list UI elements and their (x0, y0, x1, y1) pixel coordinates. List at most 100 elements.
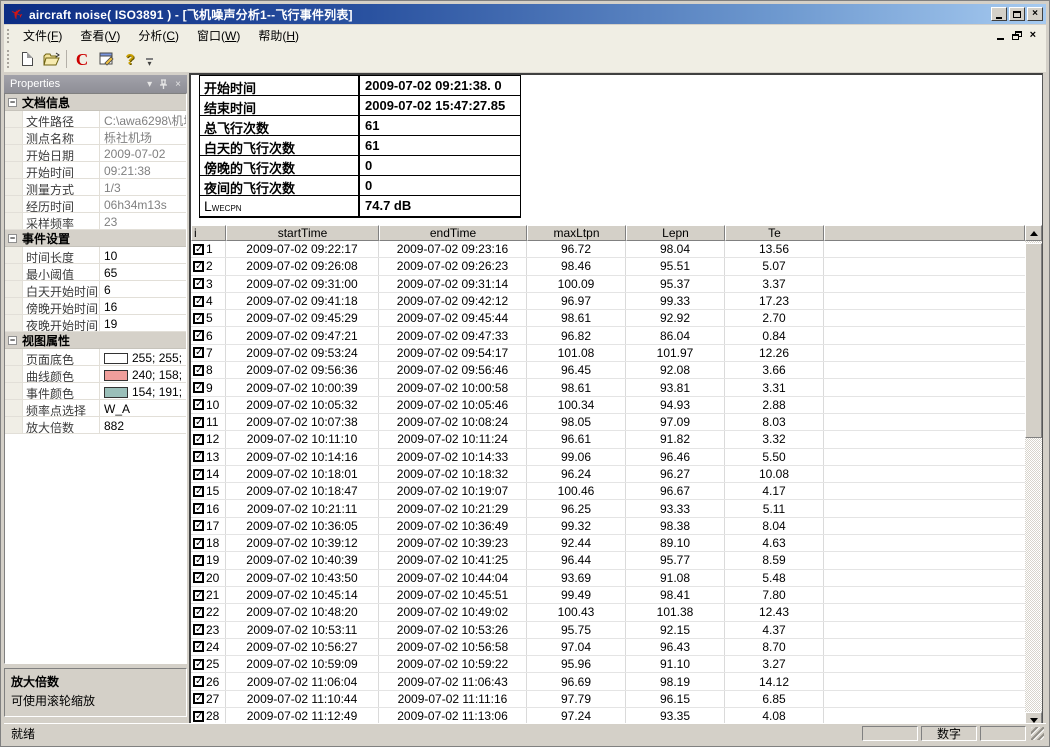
row-checkbox[interactable]: ✓ (193, 693, 204, 704)
column-header-Lepn[interactable]: Lepn (626, 225, 725, 241)
mdi-restore-button[interactable] (1012, 31, 1022, 40)
close-button[interactable]: × (1027, 7, 1043, 21)
table-row[interactable]: ✓32009-07-02 09:31:002009-07-02 09:31:14… (191, 276, 1025, 293)
help-icon[interactable]: ? (119, 48, 141, 70)
table-row[interactable]: ✓272009-07-02 11:10:442009-07-02 11:11:1… (191, 691, 1025, 708)
mdi-close-button[interactable]: × (1030, 30, 1036, 41)
open-folder-icon[interactable] (40, 48, 62, 70)
row-checkbox[interactable]: ✓ (193, 278, 204, 289)
row-checkbox[interactable]: ✓ (193, 399, 204, 410)
row-checkbox[interactable]: ✓ (193, 365, 204, 376)
row-checkbox[interactable]: ✓ (193, 590, 204, 601)
table-row[interactable]: ✓82009-07-02 09:56:362009-07-02 09:56:46… (191, 362, 1025, 379)
row-checkbox[interactable]: ✓ (193, 624, 204, 635)
row-checkbox[interactable]: ✓ (193, 417, 204, 428)
row-checkbox[interactable]: ✓ (193, 261, 204, 272)
property-value[interactable]: 16 (100, 298, 186, 314)
collapse-icon[interactable]: − (8, 336, 17, 345)
row-checkbox[interactable]: ✓ (193, 572, 204, 583)
table-row[interactable]: ✓222009-07-02 10:48:202009-07-02 10:49:0… (191, 604, 1025, 621)
color-swatch[interactable] (104, 370, 128, 381)
row-checkbox[interactable]: ✓ (193, 469, 204, 480)
table-row[interactable]: ✓152009-07-02 10:18:472009-07-02 10:19:0… (191, 483, 1025, 500)
menubar-grip[interactable] (7, 29, 10, 43)
table-row[interactable]: ✓142009-07-02 10:18:012009-07-02 10:18:3… (191, 466, 1025, 483)
row-checkbox[interactable]: ✓ (193, 347, 204, 358)
column-header-maxLtpn[interactable]: maxLtpn (527, 225, 626, 241)
collapse-icon[interactable]: − (8, 234, 17, 243)
row-checkbox[interactable]: ✓ (193, 382, 204, 393)
row-checkbox[interactable]: ✓ (193, 676, 204, 687)
table-row[interactable]: ✓112009-07-02 10:07:382009-07-02 10:08:2… (191, 414, 1025, 431)
menu-item-w[interactable]: 窗口(W) (188, 25, 249, 46)
chevron-down-icon[interactable]: ▾ (147, 79, 152, 90)
table-row[interactable]: ✓42009-07-02 09:41:182009-07-02 09:42:12… (191, 293, 1025, 310)
menu-item-h[interactable]: 帮助(H) (249, 25, 308, 46)
property-value[interactable]: 240; 158; 155 (100, 366, 186, 382)
table-row[interactable]: ✓132009-07-02 10:14:162009-07-02 10:14:3… (191, 449, 1025, 466)
property-value[interactable]: 2009-07-02 (100, 145, 186, 161)
table-row[interactable]: ✓252009-07-02 10:59:092009-07-02 10:59:2… (191, 656, 1025, 673)
table-row[interactable]: ✓182009-07-02 10:39:122009-07-02 10:39:2… (191, 535, 1025, 552)
collapse-icon[interactable]: − (8, 98, 17, 107)
properties-icon[interactable] (95, 48, 117, 70)
property-value[interactable]: 1/3 (100, 179, 186, 195)
property-value[interactable]: 10 (100, 247, 186, 263)
table-row[interactable]: ✓72009-07-02 09:53:242009-07-02 09:54:17… (191, 345, 1025, 362)
row-checkbox[interactable]: ✓ (193, 520, 204, 531)
property-value[interactable]: 06h34m13s (100, 196, 186, 212)
scrollbar-thumb[interactable] (1025, 243, 1042, 438)
table-row[interactable]: ✓12009-07-02 09:22:172009-07-02 09:23:16… (191, 241, 1025, 258)
row-checkbox[interactable]: ✓ (193, 486, 204, 497)
property-value[interactable]: 6 (100, 281, 186, 297)
column-header-Te[interactable]: Te (725, 225, 824, 241)
maximize-button[interactable] (1009, 7, 1025, 21)
close-panel-icon[interactable]: × (175, 79, 181, 90)
pin-icon[interactable] (159, 79, 168, 90)
table-row[interactable]: ✓122009-07-02 10:11:102009-07-02 10:11:2… (191, 431, 1025, 448)
row-checkbox[interactable]: ✓ (193, 330, 204, 341)
column-header-i[interactable]: i (191, 225, 226, 241)
table-row[interactable]: ✓92009-07-02 10:00:392009-07-02 10:00:58… (191, 379, 1025, 396)
toolbar-overflow-chevron[interactable]: ▾ (146, 54, 153, 65)
minimize-button[interactable] (991, 7, 1007, 21)
row-checkbox[interactable]: ✓ (193, 538, 204, 549)
scroll-up-button[interactable] (1025, 225, 1042, 241)
table-row[interactable]: ✓262009-07-02 11:06:042009-07-02 11:06:4… (191, 673, 1025, 690)
color-swatch[interactable] (104, 387, 128, 398)
color-swatch[interactable] (104, 353, 128, 364)
menu-item-v[interactable]: 查看(V) (71, 25, 129, 46)
row-checkbox[interactable]: ✓ (193, 313, 204, 324)
table-row[interactable]: ✓202009-07-02 10:43:502009-07-02 10:44:0… (191, 570, 1025, 587)
property-value[interactable]: 栎社机场 (100, 128, 186, 144)
row-checkbox[interactable]: ✓ (193, 451, 204, 462)
menu-item-f[interactable]: 文件(F) (14, 25, 71, 46)
menu-item-c[interactable]: 分析(C) (129, 25, 188, 46)
c-weighting-icon[interactable]: C (71, 48, 93, 70)
column-header-startTime[interactable]: startTime (226, 225, 379, 241)
row-checkbox[interactable]: ✓ (193, 434, 204, 445)
resize-grip[interactable] (1031, 727, 1044, 740)
table-row[interactable]: ✓192009-07-02 10:40:392009-07-02 10:41:2… (191, 552, 1025, 569)
row-checkbox[interactable]: ✓ (193, 641, 204, 652)
vertical-scrollbar[interactable] (1025, 225, 1042, 728)
property-value[interactable]: W_A (100, 400, 186, 416)
table-row[interactable]: ✓212009-07-02 10:45:142009-07-02 10:45:5… (191, 587, 1025, 604)
column-header-filler[interactable] (824, 225, 1025, 241)
table-row[interactable]: ✓62009-07-02 09:47:212009-07-02 09:47:33… (191, 327, 1025, 344)
table-row[interactable]: ✓52009-07-02 09:45:292009-07-02 09:45:44… (191, 310, 1025, 327)
new-document-icon[interactable] (16, 48, 38, 70)
table-row[interactable]: ✓242009-07-02 10:56:272009-07-02 10:56:5… (191, 639, 1025, 656)
property-value[interactable]: 882 (100, 417, 186, 433)
table-row[interactable]: ✓102009-07-02 10:05:322009-07-02 10:05:4… (191, 397, 1025, 414)
row-checkbox[interactable]: ✓ (193, 555, 204, 566)
mdi-minimize-button[interactable] (997, 32, 1004, 40)
property-value[interactable]: C:\awa6298\机场 (100, 111, 186, 127)
property-value[interactable]: 154; 191; 185 (100, 383, 186, 399)
row-checkbox[interactable]: ✓ (193, 503, 204, 514)
property-value[interactable]: 19 (100, 315, 186, 331)
table-row[interactable]: ✓22009-07-02 09:26:082009-07-02 09:26:23… (191, 258, 1025, 275)
row-checkbox[interactable]: ✓ (193, 659, 204, 670)
table-row[interactable]: ✓172009-07-02 10:36:052009-07-02 10:36:4… (191, 518, 1025, 535)
toolbar-grip[interactable] (7, 50, 10, 68)
